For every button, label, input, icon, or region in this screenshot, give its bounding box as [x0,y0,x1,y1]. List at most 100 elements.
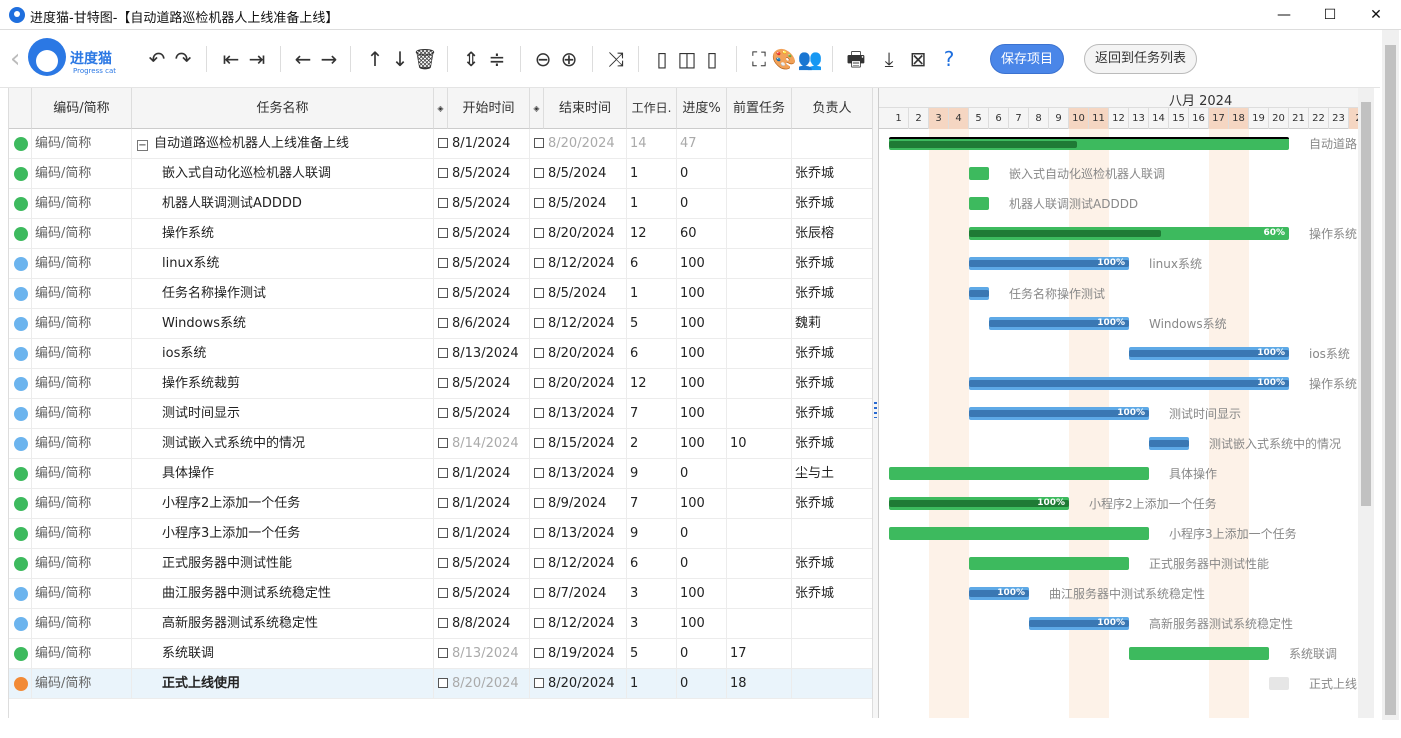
owner-cell[interactable]: 张乔城 [792,249,872,279]
workdays-cell[interactable]: 3 [627,579,677,609]
task-name-cell[interactable]: 具体操作 [132,459,434,489]
code-cell[interactable]: 编码/简称 [32,309,132,339]
start-cell[interactable]: 8/5/2024 [434,219,530,249]
predecessor-cell[interactable] [727,369,792,399]
table-row[interactable]: 编码/简称 曲江服务器中测试系统稳定性 8/5/2024 8/7/2024 3 100 张乔… [9,579,872,609]
move-right-icon[interactable]: → [316,46,342,72]
owner-cell[interactable] [792,129,872,159]
start-checkbox[interactable] [438,318,448,328]
sort-start-icon[interactable]: ◈ [434,88,448,129]
start-checkbox[interactable] [438,468,448,478]
code-cell[interactable]: 编码/简称 [32,399,132,429]
splitter-handle-icon[interactable] [874,402,877,418]
end-checkbox[interactable] [534,228,544,238]
progress-cell[interactable]: 100 [677,279,727,309]
start-checkbox[interactable] [438,438,448,448]
print-icon[interactable]: 🖶 [843,46,869,72]
table-row[interactable]: 编码/简称 − 自动道路巡检机器人上线准备上线 8/1/2024 8/20/2024 14… [9,129,872,159]
maximize-button[interactable]: ☐ [1307,0,1353,30]
end-checkbox[interactable] [534,168,544,178]
code-cell[interactable]: 编码/简称 [32,369,132,399]
table-row[interactable]: 编码/简称 任务名称操作测试 8/5/2024 8/5/2024 1 100 张乔城 [9,279,872,309]
collapse-toggle-icon[interactable]: − [137,140,148,151]
name-column-header[interactable]: 任务名称 [132,88,434,129]
start-checkbox[interactable] [438,528,448,538]
predecessor-cell[interactable] [727,249,792,279]
code-cell[interactable]: 编码/简称 [32,159,132,189]
predecessor-cell[interactable] [727,339,792,369]
end-cell[interactable]: 8/20/2024 [530,339,627,369]
start-cell[interactable]: 8/1/2024 [434,459,530,489]
workdays-cell[interactable]: 7 [627,399,677,429]
end-cell[interactable]: 8/13/2024 [530,399,627,429]
end-cell[interactable]: 8/5/2024 [530,279,627,309]
outdent-icon[interactable]: ⇤ [218,46,244,72]
end-cell[interactable]: 8/9/2024 [530,489,627,519]
task-name-cell[interactable]: 正式服务器中测试性能 [132,549,434,579]
end-cell[interactable]: 8/20/2024 [530,219,627,249]
workdays-cell[interactable]: 1 [627,279,677,309]
task-name-cell[interactable]: − 自动道路巡检机器人上线准备上线 [132,129,434,159]
owner-cell[interactable]: 张乔城 [792,429,872,459]
owner-cell[interactable]: 张乔城 [792,279,872,309]
progress-cell[interactable]: 0 [677,669,727,699]
table-row[interactable]: 编码/简称 ios系统 8/13/2024 8/20/2024 6 100 张乔城 [9,339,872,369]
code-cell[interactable]: 编码/简称 [32,429,132,459]
end-checkbox[interactable] [534,288,544,298]
predecessor-cell[interactable] [727,609,792,639]
start-cell[interactable]: 8/13/2024 [434,339,530,369]
task-name-cell[interactable]: 系统联调 [132,639,434,669]
table-row[interactable]: 编码/简称 正式上线使用 8/20/2024 8/20/2024 1 0 18 [9,669,872,699]
owner-cell[interactable]: 魏莉 [792,309,872,339]
progress-cell[interactable]: 100 [677,249,727,279]
progress-cell[interactable]: 0 [677,189,727,219]
start-checkbox[interactable] [438,288,448,298]
task-name-cell[interactable]: ios系统 [132,339,434,369]
code-cell[interactable]: 编码/简称 [32,579,132,609]
start-cell[interactable]: 8/1/2024 [434,489,530,519]
predecessor-column-header[interactable]: 前置任务 [727,88,792,129]
start-cell[interactable]: 8/5/2024 [434,399,530,429]
redo-icon[interactable]: ↷ [170,46,196,72]
start-cell[interactable]: 8/5/2024 [434,579,530,609]
progress-column-header[interactable]: 进度% [677,88,727,129]
start-checkbox[interactable] [438,228,448,238]
end-cell[interactable]: 8/5/2024 [530,189,627,219]
gantt-bar[interactable]: 100% [969,407,1149,420]
owner-cell[interactable]: 张乔城 [792,399,872,429]
gantt-bar[interactable] [969,287,989,300]
gantt-bar[interactable]: 100% [1029,617,1129,630]
start-checkbox[interactable] [438,348,448,358]
indent-icon[interactable]: ⇥ [244,46,270,72]
predecessor-cell[interactable] [727,309,792,339]
start-checkbox[interactable] [438,138,448,148]
gantt-bar[interactable]: 100% [889,497,1069,510]
task-name-cell[interactable]: 高新服务器测试系统稳定性 [132,609,434,639]
progress-cell[interactable]: 47 [677,129,727,159]
progress-cell[interactable]: 100 [677,369,727,399]
predecessor-cell[interactable] [727,579,792,609]
table-row[interactable]: 编码/简称 Windows系统 8/6/2024 8/12/2024 5 100 魏莉 [9,309,872,339]
task-name-cell[interactable]: Windows系统 [132,309,434,339]
table-row[interactable]: 编码/简称 操作系统 8/5/2024 8/20/2024 12 60 张辰榕 [9,219,872,249]
owner-cell[interactable]: 张乔城 [792,489,872,519]
workdays-cell[interactable]: 14 [627,129,677,159]
right-panel-icon[interactable]: ▯ [699,46,725,72]
workdays-cell[interactable]: 5 [627,639,677,669]
predecessor-cell[interactable] [727,129,792,159]
return-to-task-list-button[interactable]: 返回到任务列表 [1084,44,1197,74]
start-cell[interactable]: 8/5/2024 [434,249,530,279]
predecessor-cell[interactable] [727,459,792,489]
code-cell[interactable]: 编码/简称 [32,489,132,519]
workdays-cell[interactable]: 5 [627,309,677,339]
task-name-cell[interactable]: 操作系统裁剪 [132,369,434,399]
predecessor-cell[interactable] [727,189,792,219]
users-icon[interactable]: 👥 [797,46,823,72]
end-checkbox[interactable] [534,408,544,418]
gantt-bar[interactable]: 100% [969,377,1289,390]
gantt-bar[interactable] [969,197,989,210]
task-name-cell[interactable]: 测试嵌入式系统中的情况 [132,429,434,459]
task-name-cell[interactable]: 小程序3上添加一个任务 [132,519,434,549]
end-cell[interactable]: 8/19/2024 [530,639,627,669]
owner-cell[interactable]: 张乔城 [792,339,872,369]
